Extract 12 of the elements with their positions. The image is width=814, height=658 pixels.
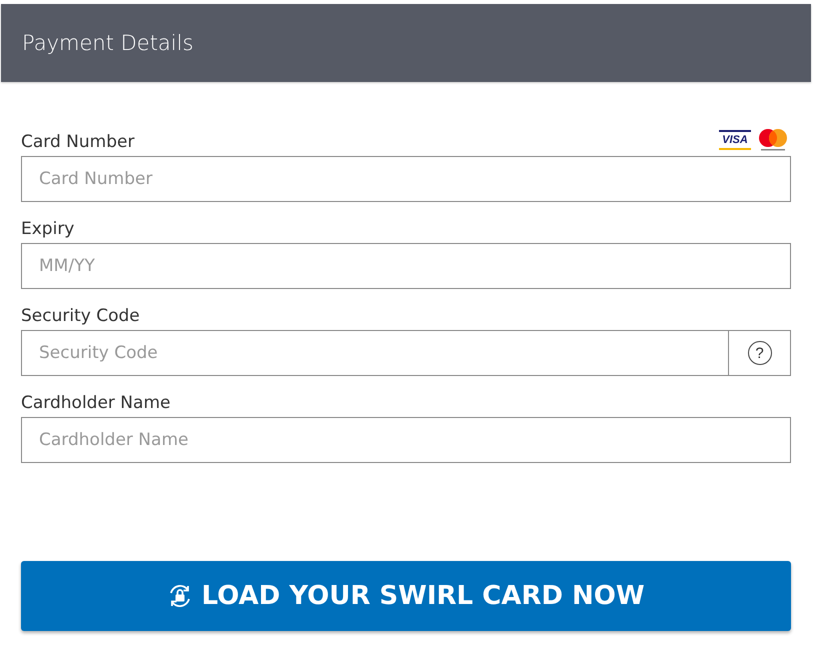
panel-title: Payment Details	[22, 31, 194, 55]
field-label: Card Number	[21, 132, 134, 152]
field-label: Cardholder Name	[21, 393, 170, 413]
field-label: Security Code	[21, 306, 140, 326]
load-card-button[interactable]: LOAD YOUR SWIRL CARD NOW	[21, 561, 791, 631]
input-field[interactable]: MM/YY	[21, 243, 791, 289]
input-field[interactable]: Card Number	[21, 156, 791, 202]
visa-logo: VISA	[719, 130, 751, 150]
field-label: Expiry	[21, 219, 74, 239]
input-field[interactable]: Cardholder Name	[21, 417, 791, 463]
mastercard-icon	[757, 128, 789, 152]
security-code-field[interactable]: Security Code ?	[21, 330, 791, 376]
